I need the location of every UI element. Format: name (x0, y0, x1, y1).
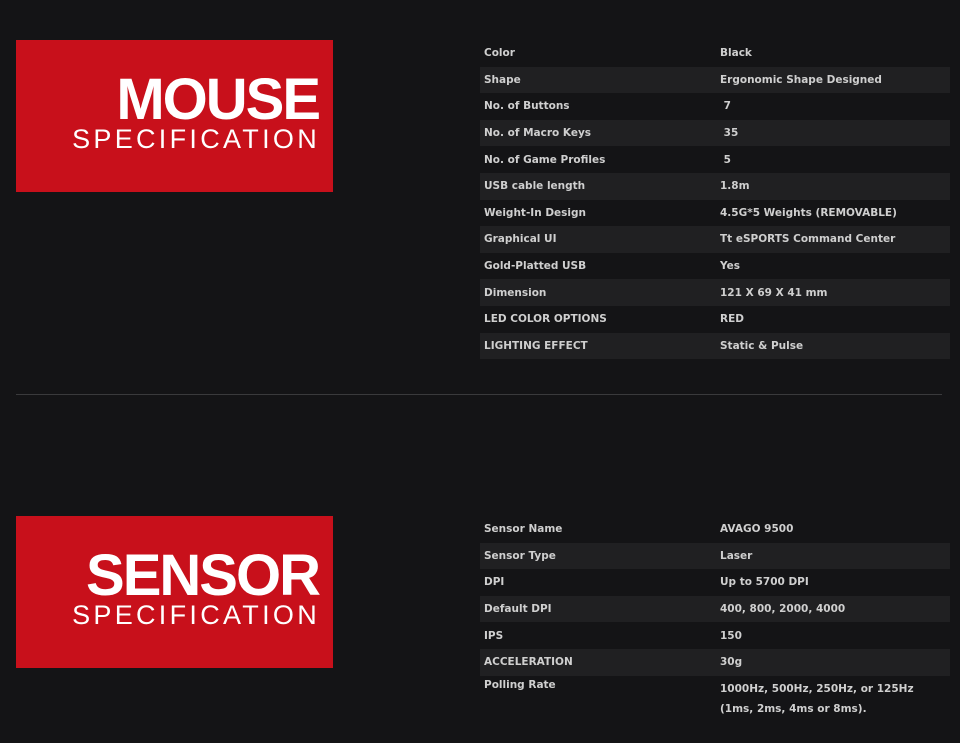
spec-row-acceleration: ACCELERATION 30g (480, 648, 950, 676)
spec-label: DPI (484, 576, 505, 589)
spec-value: 121 X 69 X 41 mm (720, 286, 828, 299)
mouse-banner-title: MOUSE (116, 67, 321, 132)
spec-row-lighting-effect: LIGHTING EFFECT Static & Pulse (480, 332, 950, 360)
mouse-banner-subtitle: SPECIFICATION (72, 124, 320, 154)
mouse-specification-banner: MOUSE SPECIFICATION (16, 40, 333, 192)
spec-label: No. of Buttons (484, 100, 570, 113)
spec-label: No. of Macro Keys (484, 127, 592, 140)
sensor-spec-rows: Sensor Name AVAGO 9500 Sensor Type Laser… (480, 516, 950, 728)
spec-row-ips: IPS 150 (480, 622, 950, 649)
spec-label: Gold-Platted USB (484, 260, 587, 273)
spec-value: Yes (720, 260, 741, 273)
spec-label: USB cable length (484, 180, 586, 193)
spec-row-game-profiles: No. of Game Profiles 5 (480, 146, 950, 173)
spec-row-dimension: Dimension 121 X 69 X 41 mm (480, 279, 950, 306)
spec-value: 1000Hz, 500Hz, 250Hz, or 125Hz (1ms, 2ms… (720, 682, 914, 715)
spec-label: ACCELERATION (484, 656, 573, 669)
section-divider (16, 394, 942, 395)
spec-value: 30g (720, 656, 743, 669)
spec-label: Color (484, 47, 515, 60)
spec-label: No. of Game Profiles (484, 153, 606, 166)
spec-value: Laser (720, 549, 753, 562)
spec-row-gold-usb: Gold-Platted USB Yes (480, 253, 950, 280)
spec-row-shape: Shape Ergonomic Shape Designed (480, 66, 950, 94)
spec-row-color: Color Black (480, 40, 950, 67)
spec-row-graphical-ui: Graphical UI Tt eSPORTS Command Center (480, 226, 950, 253)
spec-label: Weight-In Design (484, 206, 587, 219)
spec-value: 4.5G*5 Weights (REMOVABLE) (720, 206, 897, 219)
spec-value: Up to 5700 DPI (720, 576, 809, 589)
spec-value: RED (720, 313, 744, 326)
spec-value: Black (720, 47, 752, 60)
spec-label: Sensor Name (484, 523, 563, 536)
sensor-banner-subtitle: SPECIFICATION (72, 600, 320, 630)
spec-value: Tt eSPORTS Command Center (720, 233, 896, 246)
spec-row-macro-keys: No. of Macro Keys 35 (480, 119, 950, 147)
spec-value: 5 (720, 153, 731, 166)
spec-label: Graphical UI (484, 233, 557, 246)
spec-value: 150 (720, 629, 742, 642)
spec-label: Dimension (484, 286, 547, 299)
sensor-specification-section: SENSOR SPECIFICATION Sensor Name AVAGO 9… (0, 396, 960, 743)
spec-label: Default DPI (484, 603, 552, 616)
sensor-spec-table: Sensor Name AVAGO 9500 Sensor Type Laser… (480, 516, 950, 728)
spec-label: LIGHTING EFFECT (484, 339, 588, 352)
mouse-spec-table: Color Black Shape Ergonomic Shape Design… (480, 40, 950, 360)
spec-row-default-dpi: Default DPI 400, 800, 2000, 4000 (480, 595, 950, 623)
spec-label: Sensor Type (484, 549, 556, 562)
spec-value: 1.8m (720, 180, 750, 193)
spec-value: Static & Pulse (720, 339, 804, 352)
spec-label: Polling Rate (484, 678, 556, 691)
spec-value: Ergonomic Shape Designed (720, 73, 882, 86)
spec-row-usb-cable: USB cable length 1.8m (480, 172, 950, 200)
spec-value: 7 (720, 100, 731, 113)
spec-row-sensor-type: Sensor Type Laser (480, 542, 950, 570)
spec-row-led-color: LED COLOR OPTIONS RED (480, 306, 950, 333)
spec-row-polling-rate: Polling Rate 1000Hz, 500Hz, 250Hz, or 12… (480, 676, 950, 728)
mouse-specification-section: MOUSE SPECIFICATION Color Black Shape Er… (0, 0, 960, 395)
spec-row-buttons: No. of Buttons 7 (480, 93, 950, 120)
spec-value: 400, 800, 2000, 4000 (720, 603, 846, 616)
spec-label: LED COLOR OPTIONS (484, 313, 607, 326)
sensor-banner-title: SENSOR (86, 543, 321, 608)
mouse-spec-rows: Color Black Shape Ergonomic Shape Design… (480, 40, 950, 360)
spec-row-dpi: DPI Up to 5700 DPI (480, 569, 950, 596)
spec-row-weight: Weight-In Design 4.5G*5 Weights (REMOVAB… (480, 200, 950, 227)
spec-label: IPS (484, 629, 504, 642)
spec-value: AVAGO 9500 (720, 523, 794, 536)
sensor-specification-banner: SENSOR SPECIFICATION (16, 516, 333, 668)
spec-label: Shape (484, 73, 521, 86)
spec-value: 35 (720, 127, 739, 140)
spec-row-sensor-name: Sensor Name AVAGO 9500 (480, 516, 950, 543)
